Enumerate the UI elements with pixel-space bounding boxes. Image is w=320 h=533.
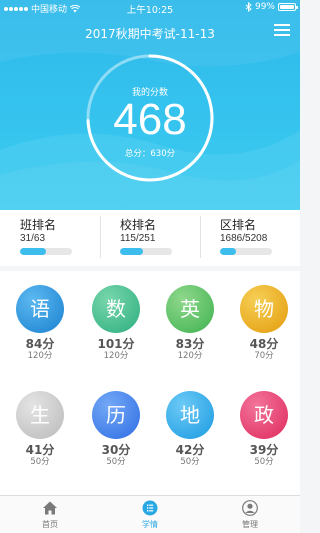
- rank-school[interactable]: 校排名 115/251: [100, 210, 200, 266]
- user-icon: [242, 500, 258, 516]
- subject-geography[interactable]: 地 42分 50分: [160, 391, 220, 468]
- rank-class[interactable]: 班排名 31/63: [0, 210, 100, 266]
- tab-study[interactable]: 学情: [100, 496, 200, 533]
- subject-full-score: 50分: [30, 457, 50, 467]
- score-value: 468: [113, 95, 187, 144]
- subject-score: 48分: [249, 337, 279, 351]
- subject-score: 30分: [101, 443, 131, 457]
- rank-progress-bar: [120, 248, 172, 255]
- subject-icon: 物: [240, 285, 288, 333]
- rank-title: 校排名: [120, 218, 157, 232]
- subject-score: 42分: [175, 443, 205, 457]
- subject-icon: 历: [92, 391, 140, 439]
- subject-icon: 地: [166, 391, 214, 439]
- tab-home[interactable]: 首页: [0, 496, 100, 533]
- subject-icon: 生: [16, 391, 64, 439]
- tab-label: 管理: [242, 520, 258, 529]
- subject-score: 83分: [175, 337, 205, 351]
- battery-percent: 99%: [254, 2, 275, 12]
- rank-strip: 班排名 31/63 校排名 115/251 区排名 1686/5208: [0, 210, 300, 266]
- subject-full-score: 120分: [177, 351, 203, 361]
- rank-progress-bar: [20, 248, 72, 255]
- bottom-tab-bar: 首页 学情 管理: [0, 495, 300, 533]
- battery-icon: [278, 3, 298, 11]
- score-header: 中国移动 上午10:25 99% 2017秋期中考试-11-13 我的分数 46…: [0, 0, 300, 210]
- subject-biology[interactable]: 生 41分 50分: [10, 391, 70, 468]
- subject-chinese[interactable]: 语 84分 120分: [10, 285, 70, 362]
- tab-manage[interactable]: 管理: [200, 496, 300, 533]
- subject-english[interactable]: 英 83分 120分: [160, 285, 220, 362]
- subject-physics[interactable]: 物 48分 70分: [234, 285, 294, 362]
- subject-icon: 英: [166, 285, 214, 333]
- subject-grid: 语 84分 120分 数 101分 120分 英 83分 120分 物 48分 …: [0, 271, 300, 495]
- subject-icon: 政: [240, 391, 288, 439]
- bluetooth-icon: [245, 2, 252, 12]
- subject-score: 41分: [25, 443, 55, 457]
- rank-value: 31/63: [20, 233, 46, 244]
- subject-score: 84分: [25, 337, 55, 351]
- rank-title: 班排名: [20, 218, 57, 232]
- tab-label: 学情: [142, 520, 158, 529]
- rank-title: 区排名: [220, 218, 257, 232]
- rank-value: 115/251: [120, 233, 156, 244]
- subject-full-score: 50分: [254, 457, 274, 467]
- rank-value: 1686/5208: [220, 233, 268, 244]
- score-total: 总分：630分: [124, 149, 176, 159]
- subject-full-score: 50分: [106, 457, 126, 467]
- subject-politics[interactable]: 政 39分 50分: [234, 391, 294, 468]
- status-bar: 中国移动 上午10:25 99%: [0, 0, 300, 16]
- tab-label: 首页: [42, 520, 58, 529]
- subject-math[interactable]: 数 101分 120分: [86, 285, 146, 362]
- subject-icon: 数: [92, 285, 140, 333]
- subject-full-score: 70分: [254, 351, 274, 361]
- subject-full-score: 120分: [103, 351, 129, 361]
- exam-title: 2017秋期中考试-11-13: [85, 27, 215, 41]
- subject-icon: 语: [16, 285, 64, 333]
- subject-score: 101分: [97, 337, 135, 351]
- rank-progress-bar: [220, 248, 272, 255]
- subject-history[interactable]: 历 30分 50分: [86, 391, 146, 468]
- menu-icon[interactable]: [274, 23, 290, 37]
- subject-full-score: 120分: [27, 351, 53, 361]
- subject-full-score: 50分: [180, 457, 200, 467]
- subject-score: 39分: [249, 443, 279, 457]
- home-icon: [43, 501, 57, 515]
- list-icon: [142, 500, 158, 516]
- rank-district[interactable]: 区排名 1686/5208: [200, 210, 300, 266]
